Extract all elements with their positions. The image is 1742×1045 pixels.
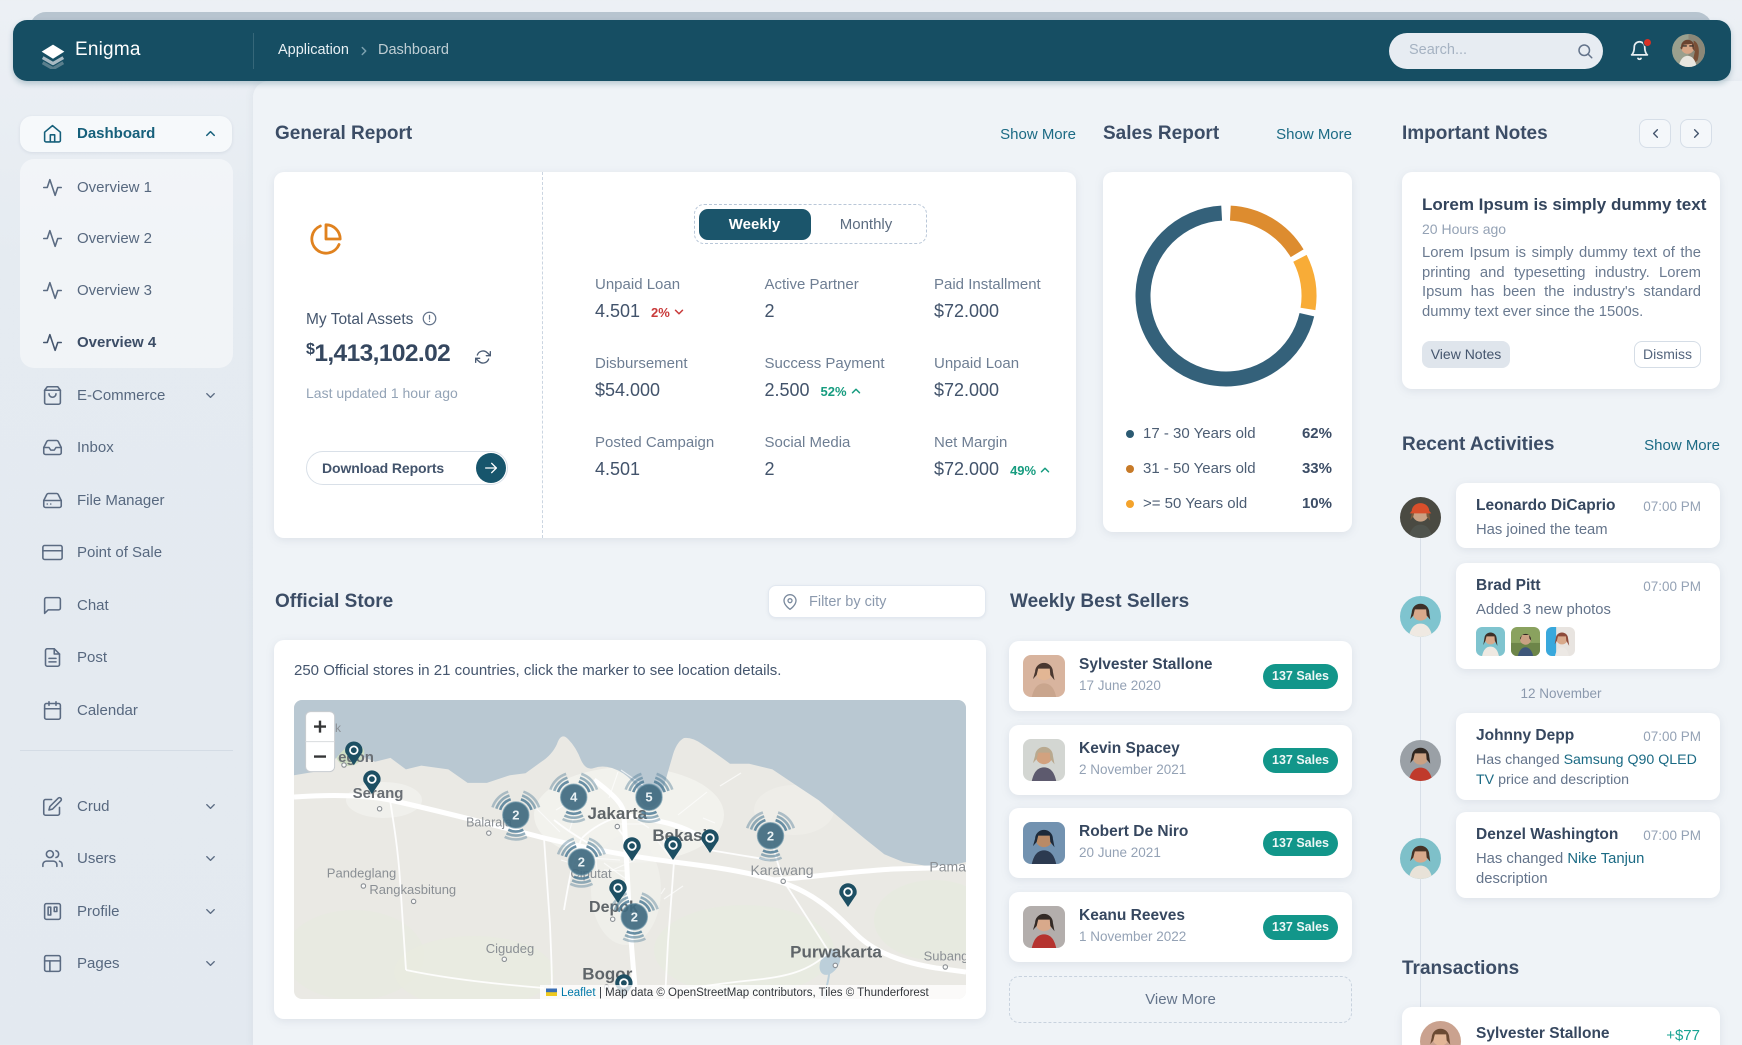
svg-text:Cigudeg: Cigudeg <box>486 941 534 956</box>
svg-text:2: 2 <box>767 828 774 843</box>
svg-text:4: 4 <box>570 790 578 805</box>
svg-text:| Map data © OpenStreetMap con: | Map data © OpenStreetMap contributors,… <box>599 987 930 999</box>
svg-text:Pandeglang: Pandeglang <box>327 866 396 881</box>
svg-text:Serang: Serang <box>353 785 404 802</box>
svg-text:Rangkasbitung: Rangkasbitung <box>369 882 456 897</box>
svg-text:Karawang: Karawang <box>750 862 813 878</box>
svg-text:Subang: Subang <box>924 948 966 963</box>
svg-text:Purwakarta: Purwakarta <box>790 943 882 962</box>
svg-text:Pama: Pama <box>929 859 966 875</box>
svg-text:2: 2 <box>512 808 519 823</box>
svg-text:k: k <box>335 721 342 735</box>
svg-text:2: 2 <box>631 909 638 924</box>
svg-text:Leaflet: Leaflet <box>561 987 596 999</box>
svg-text:5: 5 <box>645 790 652 805</box>
svg-text:2: 2 <box>578 855 585 870</box>
